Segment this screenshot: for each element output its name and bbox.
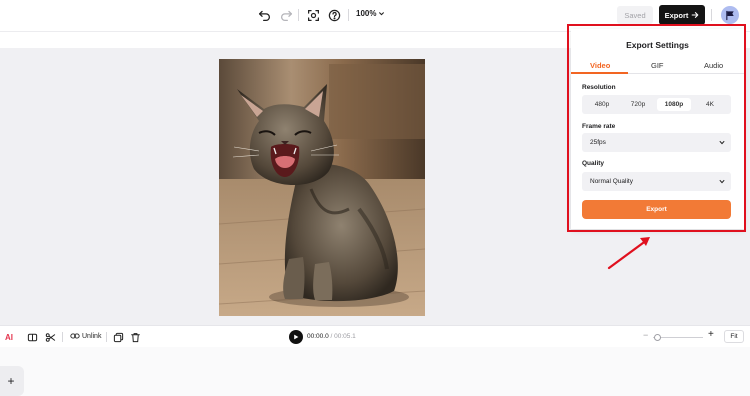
export-confirm-button[interactable]: Export	[582, 200, 731, 219]
frame-rate-select[interactable]: 25fps	[582, 133, 731, 152]
resolution-1080p[interactable]: 1080p	[657, 98, 691, 111]
toolbar-divider	[298, 9, 299, 21]
ai-label: AI	[5, 332, 13, 342]
editor-bottom-toolbar: AI Unlink 00:00.0 / 00:05.1 − + Fit	[0, 325, 750, 347]
redo-icon[interactable]	[279, 8, 293, 22]
split-view-icon[interactable]	[26, 331, 38, 343]
ai-icon[interactable]: AI	[3, 331, 15, 343]
export-button[interactable]: Export	[659, 5, 705, 25]
duplicate-icon[interactable]	[112, 331, 124, 343]
zoom-out-button[interactable]: −	[643, 330, 648, 340]
chevron-down-icon	[379, 12, 385, 16]
fit-button[interactable]: Fit	[724, 330, 744, 343]
export-settings-panel: Export Settings Video GIF Audio Resoluti…	[571, 29, 744, 229]
unlink-label: Unlink	[82, 332, 102, 340]
chevron-down-icon	[719, 140, 725, 145]
screenshot-icon[interactable]	[306, 8, 320, 22]
undo-icon[interactable]	[257, 8, 271, 22]
active-tab-indicator	[571, 72, 628, 74]
unlink-button[interactable]: Unlink	[70, 331, 101, 341]
tab-gif[interactable]: GIF	[651, 61, 664, 70]
avatar[interactable]	[721, 6, 739, 24]
frame-rate-label: Frame rate	[582, 123, 616, 130]
arrow-right-icon	[692, 12, 699, 18]
export-button-label: Export	[664, 10, 689, 20]
help-icon[interactable]	[327, 8, 341, 22]
scissors-icon[interactable]	[44, 331, 56, 343]
total-duration: 00:05.1	[334, 333, 356, 340]
canvas-image[interactable]	[219, 59, 425, 316]
annotation-arrow-icon	[607, 237, 650, 270]
add-clip-button[interactable]: +	[0, 366, 24, 396]
quality-value: Normal Quality	[590, 178, 633, 185]
saved-button: Saved	[617, 6, 653, 24]
current-time: 00:00.0	[307, 333, 329, 340]
zoom-level-dropdown[interactable]: 100%	[356, 9, 385, 18]
timeline-area	[0, 347, 750, 396]
play-button[interactable]	[289, 330, 303, 344]
tab-audio[interactable]: Audio	[704, 61, 723, 70]
quality-select[interactable]: Normal Quality	[582, 172, 731, 191]
tab-video[interactable]: Video	[590, 61, 610, 70]
chevron-down-icon	[719, 179, 725, 184]
toolbar-divider	[62, 332, 63, 342]
flag-icon	[725, 10, 734, 20]
resolution-4k[interactable]: 4K	[693, 98, 727, 111]
toolbar-divider	[106, 332, 107, 342]
resolution-selector: 480p 720p 1080p 4K	[582, 95, 731, 114]
resolution-480p[interactable]: 480p	[585, 98, 619, 111]
quality-label: Quality	[582, 160, 605, 167]
export-settings-title: Export Settings	[626, 40, 689, 50]
zoom-in-button[interactable]: +	[708, 329, 714, 340]
resolution-label: Resolution	[582, 84, 616, 91]
link-icon	[70, 333, 80, 339]
kitten-image	[219, 59, 425, 316]
toolbar-divider	[348, 9, 349, 21]
toolbar-divider	[711, 9, 712, 21]
zoom-level-value: 100%	[356, 9, 377, 18]
frame-rate-value: 25fps	[590, 139, 606, 146]
play-icon	[294, 334, 299, 340]
trash-icon[interactable]	[129, 331, 141, 343]
resolution-720p[interactable]: 720p	[621, 98, 655, 111]
top-toolbar: 100% Saved Export	[0, 0, 750, 31]
playback-time: 00:00.0 / 00:05.1	[307, 333, 356, 340]
timeline-zoom-handle[interactable]	[654, 334, 661, 341]
